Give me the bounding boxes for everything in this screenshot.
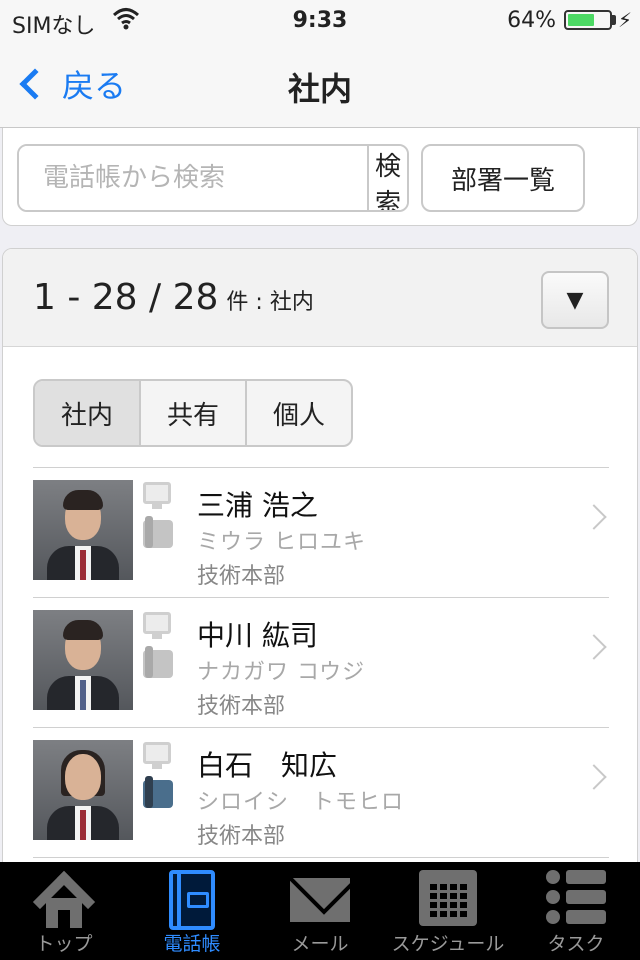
contact-department: 技術本部 [197, 564, 286, 589]
contact-department: 技術本部 [197, 824, 286, 849]
status-bar: SIMなし 9:33 64% ⚡ [0, 0, 640, 40]
contact-kana: ミウラ ヒロユキ [197, 530, 366, 555]
battery-percent: 64% [507, 8, 556, 33]
results-header: 1 - 28 / 28 件 : 社内 ▼ [3, 249, 637, 347]
contact-row[interactable]: 白石 知広 シロイシ トモヒロ 技術本部 [33, 727, 609, 857]
contact-department: 技術本部 [197, 694, 286, 719]
tab-task[interactable]: タスク [512, 862, 640, 960]
phonebook-segment-control: 社内 共有 個人 [33, 379, 353, 447]
search-input[interactable] [19, 146, 369, 210]
contact-kana: ナカガワ コウジ [197, 660, 366, 685]
avatar [33, 480, 133, 580]
chevron-right-icon [581, 764, 607, 790]
department-list-button[interactable]: 部署一覧 [421, 144, 585, 212]
segment-internal[interactable]: 社内 [35, 381, 141, 445]
tab-label: メール [291, 933, 349, 955]
tab-schedule[interactable]: スケジュール [384, 862, 512, 960]
task-list-icon [546, 870, 606, 924]
contact-row[interactable]: 中川 紘司 ナカガワ コウジ 技術本部 [33, 597, 609, 727]
tab-label: タスク [547, 933, 605, 955]
pc-icon [143, 482, 171, 509]
result-count: 1 - 28 / 28 件 : 社内 [33, 277, 314, 318]
contact-list: 三浦 浩之 ミウラ ヒロユキ 技術本部 中川 紘司 ナカガワ コウジ 技術本部 [33, 467, 609, 887]
chevron-right-icon [581, 504, 607, 530]
tab-label: スケジュール [391, 933, 505, 955]
desk-phone-icon [143, 776, 173, 808]
triangle-down-icon: ▼ [566, 287, 584, 313]
contact-name: 中川 紘司 [197, 619, 318, 652]
chevron-right-icon [581, 634, 607, 660]
calendar-icon [419, 870, 477, 926]
home-icon [32, 870, 96, 934]
tab-top[interactable]: トップ [0, 862, 128, 960]
battery-fill [568, 14, 594, 26]
contact-name: 三浦 浩之 [197, 489, 318, 522]
contact-row[interactable]: 三浦 浩之 ミウラ ヒロユキ 技術本部 [33, 467, 609, 597]
results-card: 1 - 28 / 28 件 : 社内 ▼ 社内 共有 個人 三浦 浩之 ミウラ ヒ… [2, 248, 638, 888]
segment-personal[interactable]: 個人 [247, 381, 351, 445]
pc-icon [143, 612, 171, 639]
battery-icon [564, 10, 612, 30]
contact-kana: シロイシ トモヒロ [197, 790, 405, 815]
result-suffix: 件 : 社内 [226, 290, 314, 315]
navigation-bar: 戻る 社内 [0, 40, 640, 128]
search-card: 検索 部署一覧 [2, 128, 638, 226]
search-group: 検索 [17, 144, 409, 212]
page-title: 社内 [287, 70, 352, 108]
phonebook-icon [169, 870, 215, 930]
tab-label: 電話帳 [163, 933, 221, 955]
tab-phonebook[interactable]: 電話帳 [128, 862, 256, 960]
tab-mail[interactable]: メール [256, 862, 384, 960]
segment-shared[interactable]: 共有 [141, 381, 247, 445]
search-button[interactable]: 検索 [369, 146, 407, 210]
desk-phone-icon [143, 516, 173, 548]
contact-name: 白石 知広 [197, 749, 338, 782]
result-range: 1 - 28 / 28 [33, 277, 219, 318]
tab-bar: トップ 電話帳 メール スケジュール タスク [0, 862, 640, 960]
desk-phone-icon [143, 646, 173, 678]
avatar [33, 610, 133, 710]
filter-dropdown-button[interactable]: ▼ [541, 271, 609, 329]
mail-icon [290, 878, 350, 922]
avatar [33, 740, 133, 840]
battery-tip [612, 15, 616, 25]
pc-icon [143, 742, 171, 769]
charging-icon: ⚡ [617, 8, 632, 32]
